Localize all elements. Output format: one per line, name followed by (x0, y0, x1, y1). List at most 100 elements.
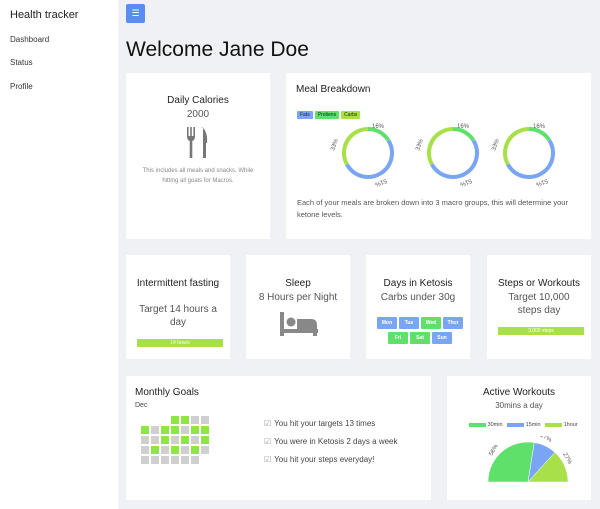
daily-calories-card: Daily Calories 2000 This includes all me… (126, 73, 270, 239)
active-workouts-sub: 30mins a day (495, 401, 543, 410)
calendar-day (181, 456, 189, 464)
calendar-day (171, 436, 179, 444)
calendar-day (191, 416, 199, 424)
day-fri: Fri (388, 332, 408, 344)
meal-breakdown-card: Meal Breakdown Fats Protiens Carbs 16% 33%… (286, 73, 591, 239)
goal-text: You hit your targets 13 times (274, 419, 376, 428)
calendar-day (201, 426, 209, 434)
steps-progress-track: 3,000 steps (498, 327, 584, 335)
daily-calories-title: Daily Calories (167, 95, 229, 106)
goals-calendar (141, 416, 221, 476)
calendar-day (161, 436, 169, 444)
donut-label: 33% (330, 138, 340, 152)
calendar-day (171, 446, 179, 454)
calendar-day (181, 436, 189, 444)
day-thur: Thur (443, 317, 463, 329)
sleep-target: 8 Hours per Night (258, 292, 338, 303)
calendar-day (181, 446, 189, 454)
fasting-target: Target 14 hours a day (139, 304, 217, 328)
fasting-progress-bar: 14 hours (137, 339, 223, 347)
calendar-day (161, 446, 169, 454)
monthly-goals-title: Monthly Goals (135, 387, 199, 398)
legend-swatch (507, 422, 525, 427)
page-title: Welcome Jane Doe (126, 38, 309, 61)
calendar-day (161, 426, 169, 434)
legend-swatch (469, 422, 486, 427)
monthly-goals-card: Monthly Goals Dec ☑ You hit your targets … (126, 376, 431, 500)
calendar-day (141, 436, 149, 444)
legend-swatch (545, 422, 563, 427)
day-wed: Wed (421, 317, 441, 329)
steps-card: Steps or Workouts Target 10,000 steps da… (487, 255, 591, 359)
bed-icon (280, 312, 318, 336)
meal-donut-3: 16% 33% 51% (491, 124, 555, 187)
meal-breakdown-note: Each of your meals are broken down into … (297, 198, 568, 220)
goal-text: You hit your steps everyday! (274, 455, 375, 464)
menu-toggle-button[interactable]: ☰ (126, 4, 145, 23)
calendar-day (151, 456, 159, 464)
meal-donut-charts: 16% 33% 51% 16% 33% 51% 16% 33% 51% (330, 124, 555, 187)
check-icon: ☑ (264, 437, 272, 446)
fasting-card: Intermittent fasting Target 14 hours a d… (126, 255, 230, 359)
sidebar: Health tracker Dashboard Status Profile (0, 0, 118, 509)
sidebar-item-dashboard[interactable]: Dashboard (10, 35, 49, 44)
active-workouts-card: Active Workouts 30mins a day 30min 15min… (447, 376, 591, 500)
sidebar-item-status[interactable]: Status (10, 58, 33, 67)
legend-30min: 30min (487, 422, 503, 428)
donut-label: 16% (372, 124, 385, 130)
goal-item: ☑ You hit your steps everyday! (264, 455, 374, 464)
donut-label: 51% (373, 177, 387, 187)
workouts-semi-pie: 56% 17% 27% (487, 436, 573, 483)
steps-title: Steps or Workouts (497, 278, 581, 289)
check-icon: ☑ (264, 455, 272, 464)
day-sat: Sat (410, 332, 430, 344)
legend-15min: 15min (525, 422, 541, 428)
calendar-day (151, 426, 159, 434)
calendar-day (171, 416, 179, 424)
calendar-day (141, 446, 149, 454)
sleep-card: Sleep 8 Hours per Night (246, 255, 350, 359)
calendar-day (171, 426, 179, 434)
meal-donut-1: 16% 33% 51% (330, 124, 394, 187)
calendar-day (161, 456, 169, 464)
calendar-day (151, 446, 159, 454)
meal-donut-2: 16% 33% 51% (415, 124, 479, 187)
donut-label: 16% (533, 124, 546, 130)
donut-label: 51% (458, 177, 472, 187)
sidebar-item-profile[interactable]: Profile (10, 82, 33, 91)
calendar-day (201, 436, 209, 444)
donut-label: 51% (534, 177, 548, 187)
calendar-day (171, 456, 179, 464)
calendar-day (201, 416, 209, 424)
steps-progress-bar: 3,000 steps (498, 327, 584, 335)
calendar-day (191, 436, 199, 444)
ketosis-title: Days in Ketosis (383, 278, 453, 289)
goal-text: You were in Ketosis 2 days a week (274, 437, 398, 446)
sleep-title: Sleep (285, 278, 311, 289)
donut-label: 33% (415, 138, 425, 152)
workouts-legend: 30min 15min 1hour (469, 422, 578, 428)
fasting-progress-track: 14 hours (137, 339, 223, 347)
check-icon: ☑ (264, 419, 272, 428)
calendar-day (191, 446, 199, 454)
ketosis-sub: Carbs under 30g (380, 292, 456, 303)
donut-label: 33% (491, 138, 501, 152)
app-title[interactable]: Health tracker (10, 9, 78, 21)
legend-1hour: 1hour (563, 422, 578, 428)
day-tue: Tue (399, 317, 419, 329)
monthly-goals-month: Dec (135, 402, 148, 409)
pie-label: 17% (539, 436, 553, 444)
calendar-day (191, 456, 199, 464)
fasting-title: Intermittent fasting (136, 278, 220, 289)
steps-target: Target 10,000 steps day (508, 292, 570, 316)
calendar-day (141, 456, 149, 464)
active-workouts-title: Active Workouts (482, 387, 556, 398)
calendar-day (181, 416, 189, 424)
calendar-day (191, 426, 199, 434)
goal-item: ☑ You were in Ketosis 2 days a week (264, 437, 398, 446)
main-content: ☰ Welcome Jane Doe Daily Calories 2000 T… (118, 0, 600, 509)
day-mon: Mon (377, 317, 397, 329)
legend-fats: Fats (297, 111, 313, 119)
daily-calories-value: 2000 (186, 109, 210, 120)
hamburger-icon: ☰ (131, 8, 140, 18)
